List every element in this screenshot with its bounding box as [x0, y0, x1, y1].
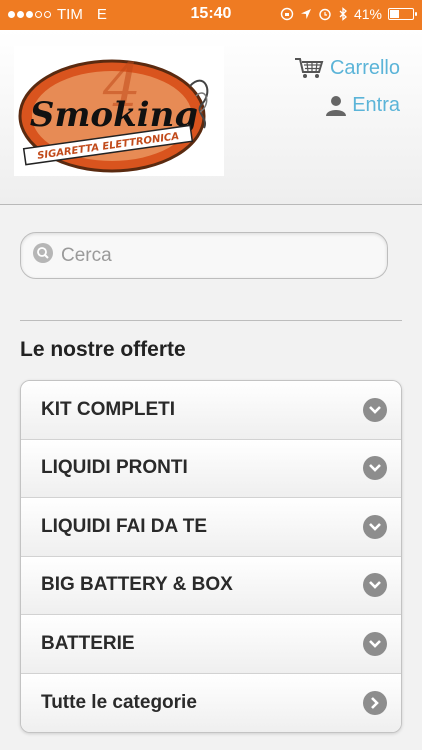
list-item-batterie[interactable]: BATTERIE [21, 615, 401, 674]
cart-icon [294, 58, 324, 78]
list-item-label: BIG BATTERY & BOX [41, 574, 233, 596]
search-bar[interactable] [20, 232, 388, 279]
status-right: 41% [280, 6, 417, 22]
list-item-label: Tutte le categorie [41, 691, 197, 713]
cart-label: Carrello [329, 56, 400, 79]
divider [20, 320, 402, 321]
list-item-label: LIQUIDI PRONTI [41, 457, 188, 479]
list-item-liquidi-pronti[interactable]: LIQUIDI PRONTI [21, 439, 401, 498]
status-bar: TIM E 15:40 41% [0, 0, 422, 30]
site-header: 4 Smoking SIGARETTA ELETTRONICA Carrello… [0, 30, 422, 205]
location-icon [300, 9, 311, 19]
list-item-kit-completi[interactable]: KIT COMPLETI [21, 381, 401, 440]
section-title: Le nostre offerte [20, 338, 186, 361]
category-list: KIT COMPLETI LIQUIDI PRONTI LIQUIDI FAI … [20, 380, 402, 733]
chevron-down-icon [363, 631, 387, 656]
user-icon [326, 95, 347, 116]
logo-graphic: 4 Smoking SIGARETTA ELETTRONICA [18, 51, 209, 173]
list-item-big-battery-box[interactable]: BIG BATTERY & BOX [21, 556, 401, 615]
alarm-icon [319, 8, 331, 21]
rotation-lock-icon [280, 7, 294, 21]
battery-icon [388, 8, 417, 20]
battery-percent: 41% [353, 6, 382, 22]
list-item-label: KIT COMPLETI [41, 398, 176, 420]
list-item-label: LIQUIDI FAI DA TE [41, 515, 208, 537]
cart-link[interactable]: Carrello [294, 56, 400, 80]
chevron-right-icon [363, 690, 387, 715]
list-item-liquidi-fai-da-te[interactable]: LIQUIDI FAI DA TE [21, 498, 401, 557]
chevron-down-icon [363, 397, 387, 422]
search-icon [33, 243, 53, 268]
chevron-down-icon [363, 514, 387, 539]
list-item-label: BATTERIE [41, 632, 135, 654]
chevron-down-icon [363, 456, 387, 481]
chevron-down-icon [363, 573, 387, 598]
login-label: Entra [352, 94, 400, 116]
site-logo[interactable]: 4 Smoking SIGARETTA ELETTRONICA [14, 46, 224, 176]
bluetooth-icon [339, 7, 347, 21]
list-item-tutte-le-categorie[interactable]: Tutte le categorie [21, 673, 401, 732]
search-input[interactable] [61, 244, 361, 267]
login-link[interactable]: Entra [326, 94, 400, 117]
